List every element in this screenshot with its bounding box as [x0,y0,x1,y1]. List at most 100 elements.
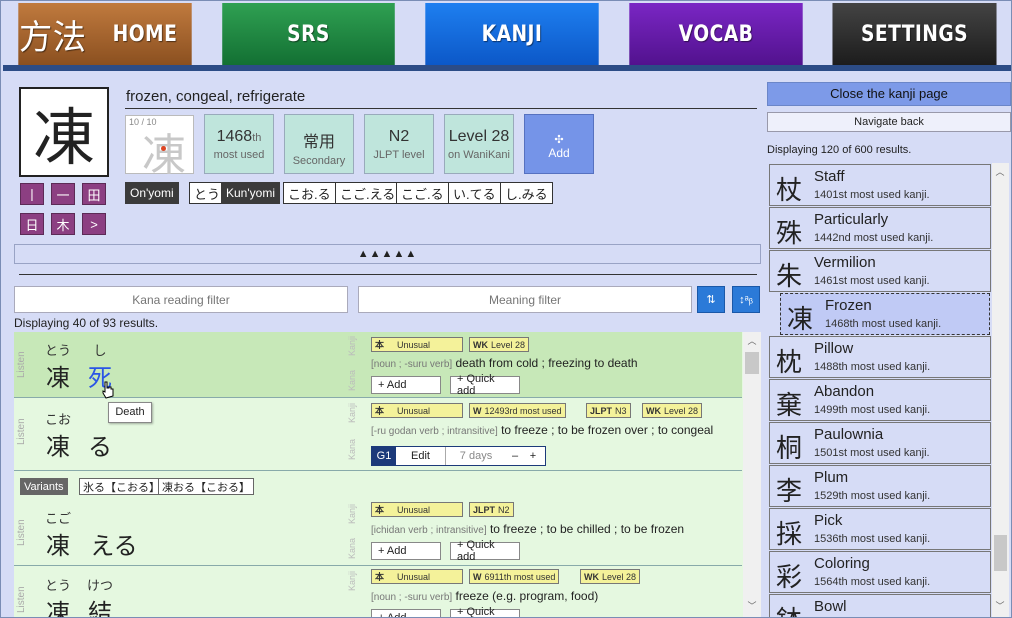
radical-button[interactable]: 日 [20,213,44,235]
kanji-list-item[interactable]: 鉢 Bowl [769,594,991,617]
tooltip: Death [108,402,152,423]
nav-settings[interactable]: SETTINGS [832,3,997,65]
vocab-char: こお凍 [44,409,72,462]
add-kanji-button[interactable]: ✣ Add [524,114,594,174]
tag-value: Unusual [397,339,431,350]
kunyomi-reading[interactable]: こお.る [283,182,336,204]
kanji-item-glyph: 李 [776,477,803,507]
listen-button[interactable]: Listen [16,407,34,457]
srs-group-badge[interactable]: G1 [372,447,396,465]
quick-add-button[interactable]: + Quick add [450,373,520,397]
kunyomi-reading[interactable]: い.てる [448,182,501,204]
nav-srs[interactable]: SRS [222,3,395,65]
kanji-item-glyph: 桐 [776,434,803,464]
kanji-list-item[interactable]: 杖 Staff 1401st most used kanji. [769,164,991,206]
nav-home[interactable]: 方法 HOME [18,3,192,65]
rarity-tag: 本 Unusual [371,403,463,418]
variant-item[interactable]: 氷る【こおる】 [79,478,164,495]
kanji-list-item[interactable]: 採 Pick 1536th most used kanji. [769,508,991,550]
navigate-back-button[interactable]: Navigate back [767,112,1011,132]
scroll-up-icon[interactable]: ︿ [744,334,760,347]
nav-vocab[interactable]: VOCAB [629,3,803,65]
kanji-item-name: Plum [814,469,849,486]
tag-key: WK [646,405,661,416]
kanji-list-item[interactable]: 殊 Particularly 1442nd most used kanji. [769,207,991,249]
variants-label: Variants [20,478,68,495]
tag-value: Level 28 [602,571,637,582]
wanikani-tag: WK Level 28 [580,569,641,584]
kunyomi-reading[interactable]: し.みる [500,182,553,204]
stroke-kanji: 凍 [142,130,186,181]
kanji-item-name: Particularly [814,211,889,228]
add-vocab-button[interactable]: + Add [371,542,441,560]
tag-value: N2 [498,504,510,515]
scroll-down-icon[interactable]: ﹀ [744,599,760,612]
radical-more-button[interactable]: > [82,213,106,235]
listen-button[interactable]: Listen [16,575,34,617]
kanji-item-name: Pick [814,512,843,529]
kanji-list-item[interactable]: 棄 Abandon 1499th most used kanji. [769,379,991,421]
kanji-list-scrollbar[interactable]: ︿ ﹀ [992,163,1009,617]
kanji-item-rank: 1501st most used kanji. [814,447,930,459]
radical-button[interactable]: 田 [82,183,106,205]
sort-frequency-button[interactable]: ⇅ [697,286,725,313]
kanji-item-name: Abandon [814,383,875,400]
srs-edit-button[interactable]: Edit [396,447,446,465]
rarity-tag: 本 Unusual [371,337,463,352]
close-kanji-button[interactable]: Close the kanji page [767,82,1011,106]
furigana [82,508,146,526]
stroke-order-player[interactable]: 10 / 10 凍 [125,115,194,181]
kanji-list-item[interactable]: 朱 Vermilion 1461st most used kanji. [769,250,991,292]
srs-control: G1 Edit 7 days – + [371,446,546,466]
furigana: けつ [86,578,113,593]
kanji-list-item[interactable]: 桐 Paulownia 1501st most used kanji. [769,422,991,464]
quick-add-button[interactable]: + Quick add [450,539,520,563]
vocab-row: Listen とう凍 けつ結 Kanji 本 Unusual W 6911th mo… [14,567,742,617]
kanji-item-rank: 1468th most used kanji. [825,318,942,330]
kunyomi-reading[interactable]: こご.える [335,182,401,204]
nav-kanji[interactable]: KANJI [425,3,599,65]
srs-decrease-button[interactable]: – [506,447,524,465]
kunyomi-reading[interactable]: こご.る [396,182,449,204]
frequency-tag: W 6911th most used [469,569,560,584]
sort-alpha-button[interactable]: ↕ᵃᵦ [732,286,760,313]
kanji-item-glyph: 朱 [776,262,803,292]
radical-button[interactable]: 木 [51,213,75,235]
srs-increase-button[interactable]: + [524,447,542,465]
furigana: とう [44,578,71,593]
wanikani-tag: WK Level 28 [642,403,703,418]
tag-value: Unusual [397,504,431,515]
variants-row: Variants 氷る【こおる】 凍おる【こおる】 [14,472,742,500]
meaning-filter-input[interactable] [358,286,692,313]
listen-button[interactable]: Listen [16,508,34,558]
kanji-item-glyph: 殊 [776,219,803,249]
onyomi-reading[interactable]: とう [189,182,226,204]
scroll-down-icon[interactable]: ﹀ [992,599,1008,612]
kanji-list-item-selected[interactable]: 凍 Frozen 1468th most used kanji. [780,293,990,335]
hand-cursor-icon [102,381,114,399]
vocab-char: とう凍 [44,575,72,617]
add-vocab-button[interactable]: + Add [371,376,441,394]
radical-button[interactable]: 丨 [20,183,44,205]
scroll-up-icon[interactable]: ︿ [992,165,1008,178]
kanji-glyph: 凍 [19,87,109,177]
scroll-thumb[interactable] [745,352,759,374]
stat-frequency: 1468th most used [204,114,274,174]
vocab-scrollbar[interactable]: ︿ ﹀ [743,332,761,617]
add-vocab-button[interactable]: + Add [371,609,441,617]
listen-button[interactable]: Listen [16,340,34,390]
kanji-list-item[interactable]: 彩 Coloring 1564th most used kanji. [769,551,991,593]
quick-add-button[interactable]: + Quick add [450,606,520,617]
vocab-gloss: [noun ; -suru verb] death from cold ; fr… [371,356,638,370]
stat-joyo: 常用 Secondary [284,114,354,174]
kanji-list-item[interactable]: 李 Plum 1529th most used kanji. [769,465,991,507]
kana-filter-input[interactable] [14,286,348,313]
scroll-thumb[interactable] [994,535,1007,571]
tag-key: W [473,405,482,416]
collapse-toggle[interactable]: ▲▲▲▲▲ [14,244,761,264]
kanji-item-rank: 1529th most used kanji. [814,490,931,502]
radical-button[interactable]: 一 [51,183,75,205]
kanji-list-item[interactable]: 枕 Pillow 1488th most used kanji. [769,336,991,378]
kana-label: Kana [347,538,357,560]
variant-item[interactable]: 凍おる【こおる】 [158,478,254,495]
